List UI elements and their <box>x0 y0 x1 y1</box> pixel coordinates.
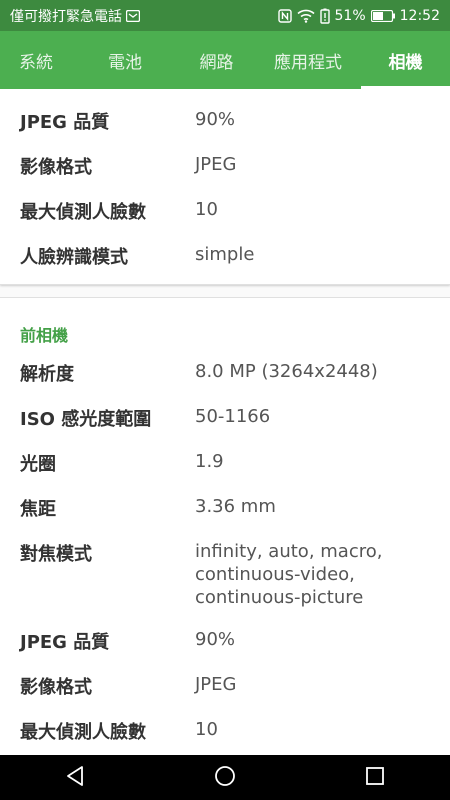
row-value: 1.9 <box>195 451 224 472</box>
row-label: 最大偵測人臉數 <box>20 202 146 223</box>
back-icon <box>65 765 85 791</box>
tab-bar: 系統 電池 網路 應用程式 相機 <box>0 31 450 89</box>
row-label: 光圈 <box>20 454 56 475</box>
info-row: 最大偵測人臉數 10 <box>0 714 450 755</box>
row-label: 影像格式 <box>20 157 92 178</box>
tab-network[interactable]: 網路 <box>178 31 255 89</box>
nfc-icon <box>277 8 292 23</box>
row-label: 最大偵測人臉數 <box>20 722 146 743</box>
row-value: 3.36 mm <box>195 496 276 517</box>
info-row: 解析度 8.0 MP (3264x2448) <box>0 356 450 401</box>
row-value: JPEG <box>195 674 237 695</box>
row-value: 10 <box>195 719 218 740</box>
clock: 12:52 <box>399 7 440 24</box>
recents-button[interactable] <box>345 755 405 800</box>
info-row: 最大偵測人臉數 10 <box>0 179 450 224</box>
battery-icon <box>370 9 395 22</box>
row-label: 對焦模式 <box>20 544 92 565</box>
info-row: 影像格式 JPEG <box>0 134 450 179</box>
message-icon <box>126 9 140 22</box>
home-icon <box>214 765 236 791</box>
content-scroll[interactable]: JPEG 品質 90% 影像格式 JPEG 最大偵測人臉數 10 人臉辨識模式 … <box>0 89 450 755</box>
tab-camera[interactable]: 相機 <box>361 31 450 89</box>
tab-label: 相機 <box>388 52 423 73</box>
navigation-bar <box>0 755 450 800</box>
battery-percent: 51% <box>334 7 366 24</box>
row-label: ISO 感光度範圍 <box>20 409 152 430</box>
tab-system[interactable]: 系統 <box>0 31 72 89</box>
row-value: 50-1166 <box>195 406 271 427</box>
section-title: 前相機 <box>20 326 69 345</box>
wifi-icon <box>296 9 315 23</box>
row-label: 焦距 <box>20 499 56 520</box>
tab-label: 電池 <box>108 52 142 73</box>
row-value: 90% <box>195 109 236 130</box>
tab-apps[interactable]: 應用程式 <box>255 31 361 89</box>
row-value: infinity, auto, macro, continuous-video,… <box>195 541 383 608</box>
home-button[interactable] <box>195 755 255 800</box>
row-label: 影像格式 <box>20 677 92 698</box>
recents-icon <box>365 766 385 790</box>
tab-label: 網路 <box>199 52 234 73</box>
row-label: JPEG 品質 <box>20 632 110 653</box>
row-label: JPEG 品質 <box>20 112 110 133</box>
info-row: 對焦模式 infinity, auto, macro, continuous-v… <box>0 536 450 624</box>
info-row: 人臉辨識模式 simple <box>0 224 450 269</box>
info-row: 光圈 1.9 <box>0 446 450 491</box>
info-row: JPEG 品質 90% <box>0 624 450 669</box>
status-bar: 僅可撥打緊急電話 51% 12:52 <box>0 0 450 31</box>
tab-label: 應用程式 <box>274 52 342 73</box>
back-button[interactable] <box>45 755 105 800</box>
row-label: 人臉辨識模式 <box>20 247 128 268</box>
front-camera-card: 前相機 解析度 8.0 MP (3264x2448) ISO 感光度範圍 50-… <box>0 297 450 755</box>
rear-camera-card: JPEG 品質 90% 影像格式 JPEG 最大偵測人臉數 10 人臉辨識模式 … <box>0 89 450 285</box>
row-value: JPEG <box>195 154 237 175</box>
tab-label: 系統 <box>19 52 53 73</box>
row-value: 10 <box>195 199 218 220</box>
info-row: 影像格式 JPEG <box>0 669 450 714</box>
carrier-text: 僅可撥打緊急電話 <box>10 8 122 25</box>
battery-alert-icon <box>319 8 330 24</box>
row-value: 8.0 MP (3264x2448) <box>195 361 378 382</box>
tab-battery[interactable]: 電池 <box>72 31 178 89</box>
info-row: 焦距 3.36 mm <box>0 491 450 536</box>
info-row: JPEG 品質 90% <box>0 89 450 134</box>
info-row: ISO 感光度範圍 50-1166 <box>0 401 450 446</box>
row-value: simple <box>195 244 255 265</box>
row-label: 解析度 <box>20 364 74 385</box>
row-value: 90% <box>195 629 236 650</box>
